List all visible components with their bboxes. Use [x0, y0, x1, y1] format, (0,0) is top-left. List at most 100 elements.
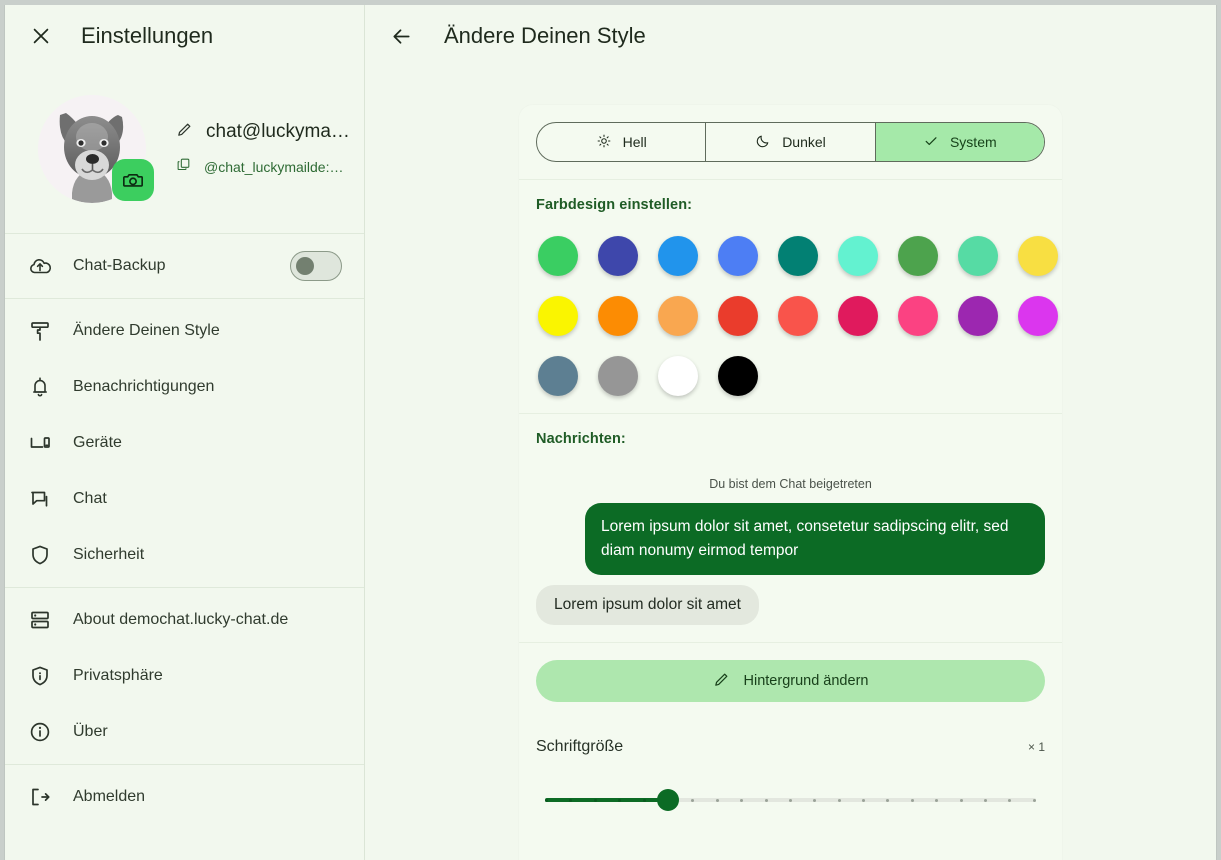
sun-icon	[596, 133, 612, 152]
slider-tick	[1008, 798, 1012, 802]
pencil-icon	[713, 671, 730, 692]
fontsize-slider[interactable]	[536, 786, 1045, 814]
sidebar-item-label: Privatsphäre	[73, 667, 163, 684]
chat-backup-toggle[interactable]	[290, 251, 342, 281]
slider-tick	[886, 798, 890, 802]
color-swatch[interactable]	[778, 296, 818, 336]
sidebar-item-label: Sicherheit	[73, 546, 145, 563]
shield-info-icon	[25, 661, 55, 691]
theme-option-label: System	[949, 134, 997, 150]
color-swatch[interactable]	[658, 236, 698, 276]
outgoing-message-bubble: Lorem ipsum dolor sit amet, consetetur s…	[585, 503, 1045, 576]
change-background-button[interactable]: Hintergrund ändern	[536, 660, 1045, 703]
sidebar-item-label: Abmelden	[73, 788, 146, 805]
cloud-upload-icon	[25, 251, 55, 281]
moon-icon	[755, 133, 771, 152]
color-swatch[interactable]	[598, 356, 638, 396]
color-swatch[interactable]	[958, 236, 998, 276]
profile-block: chat@luckyma… @chat_luckymailde:…	[5, 67, 364, 234]
slider-tick	[569, 798, 573, 802]
color-swatch[interactable]	[658, 296, 698, 336]
settings-sidebar: Einstellungen chat@luckyma… @chat_luckym…	[5, 5, 365, 860]
slider-tick	[788, 798, 792, 802]
sidebar-header: Einstellungen	[5, 5, 364, 67]
slider-thumb[interactable]	[656, 789, 679, 812]
sidebar-item-ueber[interactable]: Über	[5, 704, 364, 760]
color-section-title: Farbdesign einstellen:	[536, 197, 693, 213]
color-swatch[interactable]	[538, 236, 578, 276]
color-swatch[interactable]	[1018, 296, 1058, 336]
sidebar-item-security[interactable]: Sicherheit	[5, 527, 364, 583]
color-swatch[interactable]	[538, 356, 578, 396]
slider-tick	[764, 798, 768, 802]
slider-tick	[642, 798, 646, 802]
theme-section: Hell Dunkel System	[519, 105, 1062, 180]
color-swatch[interactable]	[1018, 236, 1058, 276]
fontsize-label: Schriftgröße	[536, 738, 624, 756]
color-swatch[interactable]	[778, 236, 818, 276]
sidebar-footer-nav: Abmelden	[5, 765, 364, 829]
paint-roller-icon	[25, 316, 55, 346]
color-swatch[interactable]	[958, 296, 998, 336]
sidebar-item-label: Ändere Deinen Style	[73, 322, 220, 339]
color-swatch[interactable]	[718, 356, 758, 396]
color-swatch[interactable]	[718, 236, 758, 276]
avatar-wrap	[38, 95, 154, 203]
sidebar-item-label: Geräte	[73, 434, 122, 451]
slider-tick	[959, 798, 963, 802]
shield-icon	[25, 540, 55, 570]
color-swatch[interactable]	[838, 236, 878, 276]
color-swatch[interactable]	[838, 296, 878, 336]
color-swatch[interactable]	[658, 356, 698, 396]
color-swatch[interactable]	[718, 296, 758, 336]
profile-text: chat@luckyma… @chat_luckymailde:…	[176, 121, 350, 177]
pencil-icon	[176, 121, 193, 143]
slider-tick	[715, 798, 719, 802]
sidebar-item-about-instance[interactable]: About demochat.lucky-chat.de	[5, 592, 364, 648]
color-swatch[interactable]	[598, 236, 638, 276]
arrow-left-icon[interactable]	[383, 18, 419, 54]
sidebar-item-label: Chat-Backup	[73, 257, 166, 274]
sidebar-item-devices[interactable]: Geräte	[5, 415, 364, 471]
slider-tick	[618, 798, 622, 802]
theme-option-label: Hell	[622, 134, 647, 150]
slider-tick	[862, 798, 866, 802]
color-swatch[interactable]	[898, 236, 938, 276]
copy-icon	[176, 157, 191, 177]
theme-option-dark[interactable]: Dunkel	[705, 123, 874, 161]
sidebar-item-label: Chat	[73, 490, 107, 507]
system-message: Du bist dem Chat beigetreten	[709, 477, 872, 491]
close-icon[interactable]	[23, 18, 59, 54]
style-settings-card: Hell Dunkel System Farbdesign einstellen…	[519, 105, 1062, 860]
profile-handle: @chat_luckymailde:…	[204, 159, 344, 175]
slider-tick	[813, 798, 817, 802]
color-swatch[interactable]	[598, 296, 638, 336]
sidebar-item-privacy[interactable]: Privatsphäre	[5, 648, 364, 704]
profile-display-name: chat@luckyma…	[206, 121, 350, 142]
color-swatch[interactable]	[538, 296, 578, 336]
sidebar-item-notifications[interactable]: Benachrichtigungen	[5, 359, 364, 415]
messages-section-title: Nachrichten:	[536, 431, 626, 447]
slider-tick	[935, 798, 939, 802]
slider-tick	[593, 798, 597, 802]
slider-tick	[837, 798, 841, 802]
sidebar-item-chat-backup[interactable]: Chat-Backup	[5, 238, 364, 294]
color-swatch-grid	[536, 236, 1058, 396]
theme-option-system[interactable]: System	[874, 123, 1044, 161]
slider-tick	[545, 798, 548, 802]
change-background-label: Hintergrund ändern	[743, 673, 869, 690]
slider-tick	[910, 798, 914, 802]
background-fontsize-section: Hintergrund ändern Schriftgröße × 1	[519, 643, 1062, 831]
camera-icon[interactable]	[112, 159, 154, 201]
sidebar-item-chat[interactable]: Chat	[5, 471, 364, 527]
slider-tick	[691, 798, 695, 802]
profile-handle-row[interactable]: @chat_luckymailde:…	[176, 157, 350, 177]
theme-option-light[interactable]: Hell	[537, 123, 705, 161]
sidebar-item-logout[interactable]: Abmelden	[5, 769, 364, 825]
sidebar-item-label: Über	[73, 723, 108, 740]
color-swatch[interactable]	[898, 296, 938, 336]
logout-icon	[25, 782, 55, 812]
slider-tick	[1032, 798, 1036, 802]
sidebar-item-style[interactable]: Ändere Deinen Style	[5, 303, 364, 359]
profile-name-row[interactable]: chat@luckyma…	[176, 121, 350, 143]
